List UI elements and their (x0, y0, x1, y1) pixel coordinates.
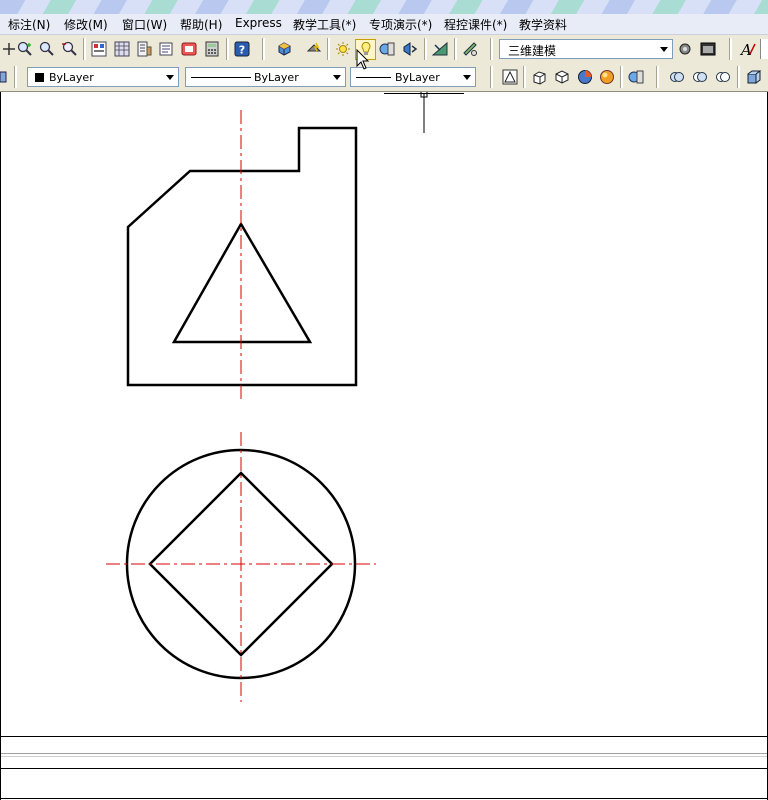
command-area (0, 736, 768, 800)
subtract-icon[interactable] (691, 68, 709, 86)
sphere-icon[interactable] (576, 68, 594, 86)
intersect-icon[interactable] (714, 68, 732, 86)
toolbar-separator (620, 66, 623, 88)
svg-text:A: A (739, 41, 752, 58)
toolbar-separator (262, 38, 265, 60)
drawing-svg (106, 92, 464, 702)
chevron-down-icon (463, 75, 471, 80)
menu-special-demo[interactable]: 专项演示(*) (369, 16, 432, 33)
render-icon[interactable] (305, 40, 323, 58)
toolbar-separator (490, 38, 493, 60)
toolbar-separator (729, 38, 732, 60)
divider (0, 753, 768, 754)
overflow-handle[interactable] (760, 39, 768, 59)
sheet-set-icon[interactable] (157, 40, 175, 58)
render-environment-icon[interactable] (401, 40, 419, 58)
design-center-icon[interactable] (113, 40, 131, 58)
toolbar-separator (14, 66, 17, 88)
toolbar-separator (454, 38, 457, 60)
divider (0, 736, 768, 737)
chevron-down-icon (166, 75, 174, 80)
zoom-previous-icon[interactable] (60, 40, 78, 58)
lineweight-value: ByLayer (395, 71, 440, 84)
toolbar-separator (523, 66, 526, 88)
divider (0, 798, 768, 799)
drawing-canvas[interactable] (0, 92, 768, 736)
walk-fly-icon[interactable] (431, 40, 449, 58)
toolbar-separator (490, 66, 493, 88)
help-icon[interactable]: ? (233, 40, 251, 58)
3d-box-icon[interactable] (275, 40, 293, 58)
divider (0, 756, 768, 757)
zoom-window-icon[interactable] (38, 40, 56, 58)
union-icon[interactable] (668, 68, 686, 86)
menu-teaching-tools[interactable]: 教学工具(*) (293, 16, 356, 33)
workspace-dropdown[interactable]: 三维建模 (499, 39, 673, 59)
toolbar-separator (83, 38, 86, 60)
crosshair-cursor (384, 92, 464, 133)
properties-icon[interactable] (90, 40, 108, 58)
quickcalc-icon[interactable] (203, 40, 221, 58)
clean-screen-icon[interactable] (699, 40, 717, 58)
color-control-dropdown[interactable]: ByLayer (27, 67, 179, 87)
workspace-value: 三维建模 (508, 44, 557, 58)
mouse-pointer-icon (356, 49, 370, 70)
visual-styles-icon[interactable] (627, 68, 645, 86)
toolbar-separator (656, 66, 659, 88)
zoom-realtime-icon[interactable] (16, 40, 34, 58)
chevron-down-icon (660, 47, 668, 52)
title-bar-strip (0, 0, 768, 14)
color-value: ByLayer (49, 71, 94, 84)
layer-state-icon[interactable] (0, 68, 8, 86)
toolbar-separator (737, 66, 740, 88)
box-icon[interactable] (530, 68, 548, 86)
markup-set-icon[interactable] (180, 40, 198, 58)
menu-help[interactable]: 帮助(H) (180, 16, 222, 33)
extrude-icon[interactable] (745, 68, 763, 86)
lineweight-preview (356, 77, 391, 78)
toolbar-separator (424, 38, 427, 60)
menu-modify[interactable]: 修改(M) (64, 16, 108, 33)
front-view-outline (126, 126, 358, 387)
divider (0, 768, 768, 769)
plan-view-icon[interactable] (501, 68, 519, 86)
workspace-gear-icon[interactable] (676, 40, 694, 58)
svg-text:?: ? (239, 44, 245, 57)
linetype-value: ByLayer (254, 71, 299, 84)
menu-teaching-materials[interactable]: 教学资料 (519, 16, 567, 33)
text-style-icon[interactable]: A (739, 40, 757, 58)
color-swatch (35, 73, 44, 82)
wedge-icon[interactable] (553, 68, 571, 86)
menu-program-courseware[interactable]: 程控课件(*) (444, 16, 507, 33)
border-left (0, 736, 1, 800)
menu-bar: 标注(N) 修改(M) 窗口(W) 帮助(H) Express 教学工具(*) … (0, 14, 768, 35)
properties-toolbar: ByLayer ByLayer ByLayer (0, 64, 768, 92)
tool-palettes-icon[interactable] (135, 40, 153, 58)
linetype-preview (191, 77, 251, 78)
workspace-settings-icon[interactable] (461, 40, 479, 58)
linetype-control-dropdown[interactable]: ByLayer (185, 67, 346, 87)
menu-window[interactable]: 窗口(W) (122, 16, 167, 33)
toolbar-separator (327, 38, 330, 60)
chevron-down-icon (333, 75, 341, 80)
standard-toolbar: ? 三维建模 A (0, 35, 768, 65)
menu-express[interactable]: Express (235, 16, 282, 30)
shaded-sphere-icon[interactable] (598, 68, 616, 86)
front-view-triangle (171, 221, 313, 344)
toolbar-separator (226, 38, 229, 60)
light-icon[interactable] (334, 40, 352, 58)
materials-icon[interactable] (378, 40, 396, 58)
menu-dimension[interactable]: 标注(N) (8, 16, 50, 33)
